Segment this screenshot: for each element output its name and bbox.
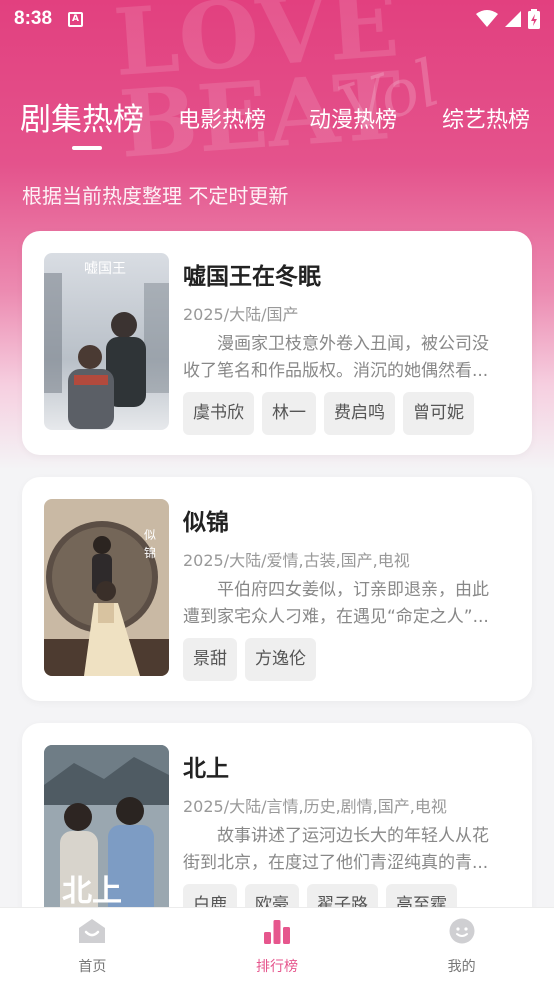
- show-card[interactable]: 嘘国王 嘘国王在冬眠 2025/大陆/国产 漫画家卫枝意外卷入丑闻，被公司没收了…: [22, 231, 532, 455]
- cast-tag[interactable]: 方逸伦: [245, 638, 316, 681]
- category-tabs: 剧集热榜 电影热榜 动漫热榜 综艺热榜: [0, 88, 554, 150]
- show-meta: 2025/大陆/言情,历史,剧情,国产,电视: [183, 797, 447, 816]
- cast-tag[interactable]: 林一: [262, 392, 316, 435]
- ranking-subtitle: 根据当前热度整理 不定时更新: [22, 184, 289, 208]
- nav-label: 首页: [78, 959, 107, 975]
- tab-drama[interactable]: 剧集热榜: [20, 94, 144, 139]
- show-title: 嘘国王在冬眠: [183, 264, 321, 290]
- home-icon: [78, 918, 106, 948]
- tab-variety[interactable]: 综艺热榜: [442, 102, 530, 134]
- show-meta: 2025/大陆/国产: [183, 305, 299, 324]
- status-time: 8:38: [14, 8, 53, 29]
- show-title: 北上: [183, 756, 229, 782]
- nav-label: 我的: [447, 959, 476, 975]
- signal-icon: [504, 10, 522, 28]
- tab-anime[interactable]: 动漫热榜: [309, 102, 397, 134]
- show-description: 故事讲述了运河边长大的年轻人从花街到北京，在度过了他们青涩纯真的青...: [183, 826, 489, 873]
- cast-tags: 虞书欣 林一 费启鸣 曾可妮: [183, 392, 474, 435]
- svg-text:锦: 锦: [144, 546, 156, 560]
- show-description: 漫画家卫枝意外卷入丑闻，被公司没收了笔名和作品版权。消沉的她偶然看...: [183, 334, 489, 381]
- show-title: 似锦: [183, 510, 229, 536]
- svg-text:北上: 北上: [62, 874, 122, 909]
- cast-tag[interactable]: 曾可妮: [403, 392, 474, 435]
- wifi-icon: [476, 10, 498, 28]
- show-poster: 嘘国王: [44, 253, 169, 430]
- svg-text:似: 似: [144, 528, 156, 542]
- cast-tags: 景甜 方逸伦: [183, 638, 316, 681]
- notification-app-icon: A: [68, 11, 84, 27]
- active-tab-indicator: [72, 146, 102, 150]
- profile-icon: [448, 918, 476, 948]
- status-bar: 8:38 A: [0, 0, 554, 38]
- ranking-icon: [263, 918, 291, 948]
- cast-tag[interactable]: 景甜: [183, 638, 237, 681]
- cast-tag[interactable]: 虞书欣: [183, 392, 254, 435]
- nav-profile[interactable]: 我的: [369, 908, 554, 985]
- show-description: 平伯府四女姜似，订亲即退亲，由此遭到家宅众人刁难，在遇见“命定之人”...: [183, 580, 489, 627]
- tab-movie[interactable]: 电影热榜: [178, 102, 266, 134]
- svg-text:嘘国王: 嘘国王: [84, 261, 126, 277]
- show-poster: 似 锦: [44, 499, 169, 676]
- battery-icon: [528, 9, 540, 29]
- show-poster: 北上: [44, 745, 169, 922]
- nav-label: 排行榜: [256, 959, 298, 975]
- show-card[interactable]: 似 锦 似锦 2025/大陆/爱情,古装,国产,电视 平伯府四女姜似，订亲即退亲…: [22, 477, 532, 701]
- bottom-navigation: 首页 排行榜 我的: [0, 907, 554, 985]
- cast-tag[interactable]: 费启鸣: [324, 392, 395, 435]
- nav-ranking[interactable]: 排行榜: [185, 908, 370, 985]
- show-meta: 2025/大陆/爱情,古装,国产,电视: [183, 551, 410, 570]
- nav-home[interactable]: 首页: [0, 908, 185, 985]
